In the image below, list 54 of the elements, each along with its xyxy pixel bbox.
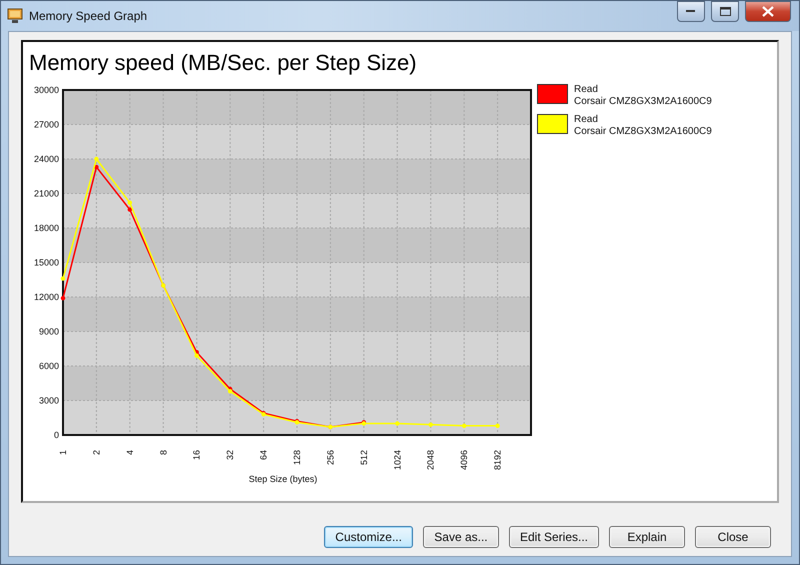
close-button[interactable] bbox=[745, 0, 791, 22]
window-title: Memory Speed Graph bbox=[29, 9, 148, 23]
x-tick-label: 512 bbox=[358, 450, 369, 466]
x-tick-label: 16 bbox=[192, 450, 202, 460]
data-point bbox=[128, 207, 132, 212]
data-point bbox=[94, 156, 99, 162]
legend-device: Corsair CMZ8GX3M2A1600C9 bbox=[574, 96, 712, 108]
y-tick-label: 9000 bbox=[38, 326, 59, 336]
y-tick-label: 6000 bbox=[38, 361, 59, 371]
x-tick-label: 4096 bbox=[459, 450, 470, 470]
y-tick-label: 21000 bbox=[34, 188, 59, 198]
x-tick-label: 1024 bbox=[392, 450, 402, 470]
data-point bbox=[128, 200, 132, 205]
dialog-button[interactable]: Edit Series... bbox=[508, 526, 599, 548]
chart-title: Memory speed (MB/Sec. per Step Size) bbox=[28, 49, 418, 77]
data-point bbox=[60, 296, 66, 300]
x-tick-label: 2048 bbox=[426, 450, 436, 470]
x-tick-label: 8 bbox=[158, 450, 168, 456]
y-tick-label: 0 bbox=[54, 430, 59, 440]
x-tick-label: 2 bbox=[91, 450, 102, 456]
y-tick-label: 12000 bbox=[34, 292, 59, 302]
x-tick-label: 4 bbox=[124, 450, 135, 456]
data-point bbox=[94, 164, 99, 170]
data-point bbox=[60, 276, 66, 281]
y-tick-label: 24000 bbox=[34, 154, 59, 164]
y-tick-label: 3000 bbox=[38, 396, 59, 406]
x-tick-label: 128 bbox=[292, 450, 302, 466]
minimize-button[interactable] bbox=[677, 0, 705, 22]
x-axis-title: Step Size (bytes) bbox=[248, 474, 318, 484]
dialog-button[interactable]: Save as... bbox=[422, 526, 499, 548]
minimize-icon bbox=[686, 9, 696, 13]
close-icon bbox=[762, 6, 774, 16]
legend-label: Read bbox=[574, 84, 599, 96]
data-point bbox=[495, 424, 500, 428]
x-tick-label: 8192 bbox=[492, 450, 503, 470]
y-tick-label: 30000 bbox=[34, 85, 59, 95]
y-tick-label: 15000 bbox=[34, 258, 59, 268]
legend-label: Read bbox=[574, 114, 599, 126]
maximize-icon bbox=[720, 6, 730, 16]
maximize-button[interactable] bbox=[711, 0, 739, 22]
dialog-button[interactable]: Customize... bbox=[324, 526, 413, 548]
x-tick-label: 64 bbox=[258, 450, 269, 460]
data-point bbox=[428, 422, 433, 427]
app-icon bbox=[7, 8, 23, 24]
legend-device: Corsair CMZ8GX3M2A1600C9 bbox=[574, 126, 712, 138]
data-point bbox=[462, 424, 466, 428]
data-point bbox=[395, 421, 400, 426]
x-tick-label: 256 bbox=[325, 450, 336, 466]
x-tick-label: 32 bbox=[225, 450, 236, 460]
y-tick-label: 27000 bbox=[34, 120, 59, 130]
dialog-button[interactable]: Close bbox=[695, 526, 771, 548]
x-tick-label: 1 bbox=[58, 450, 68, 456]
dialog-button[interactable]: Explain bbox=[609, 526, 685, 548]
y-tick-label: 18000 bbox=[34, 223, 59, 233]
